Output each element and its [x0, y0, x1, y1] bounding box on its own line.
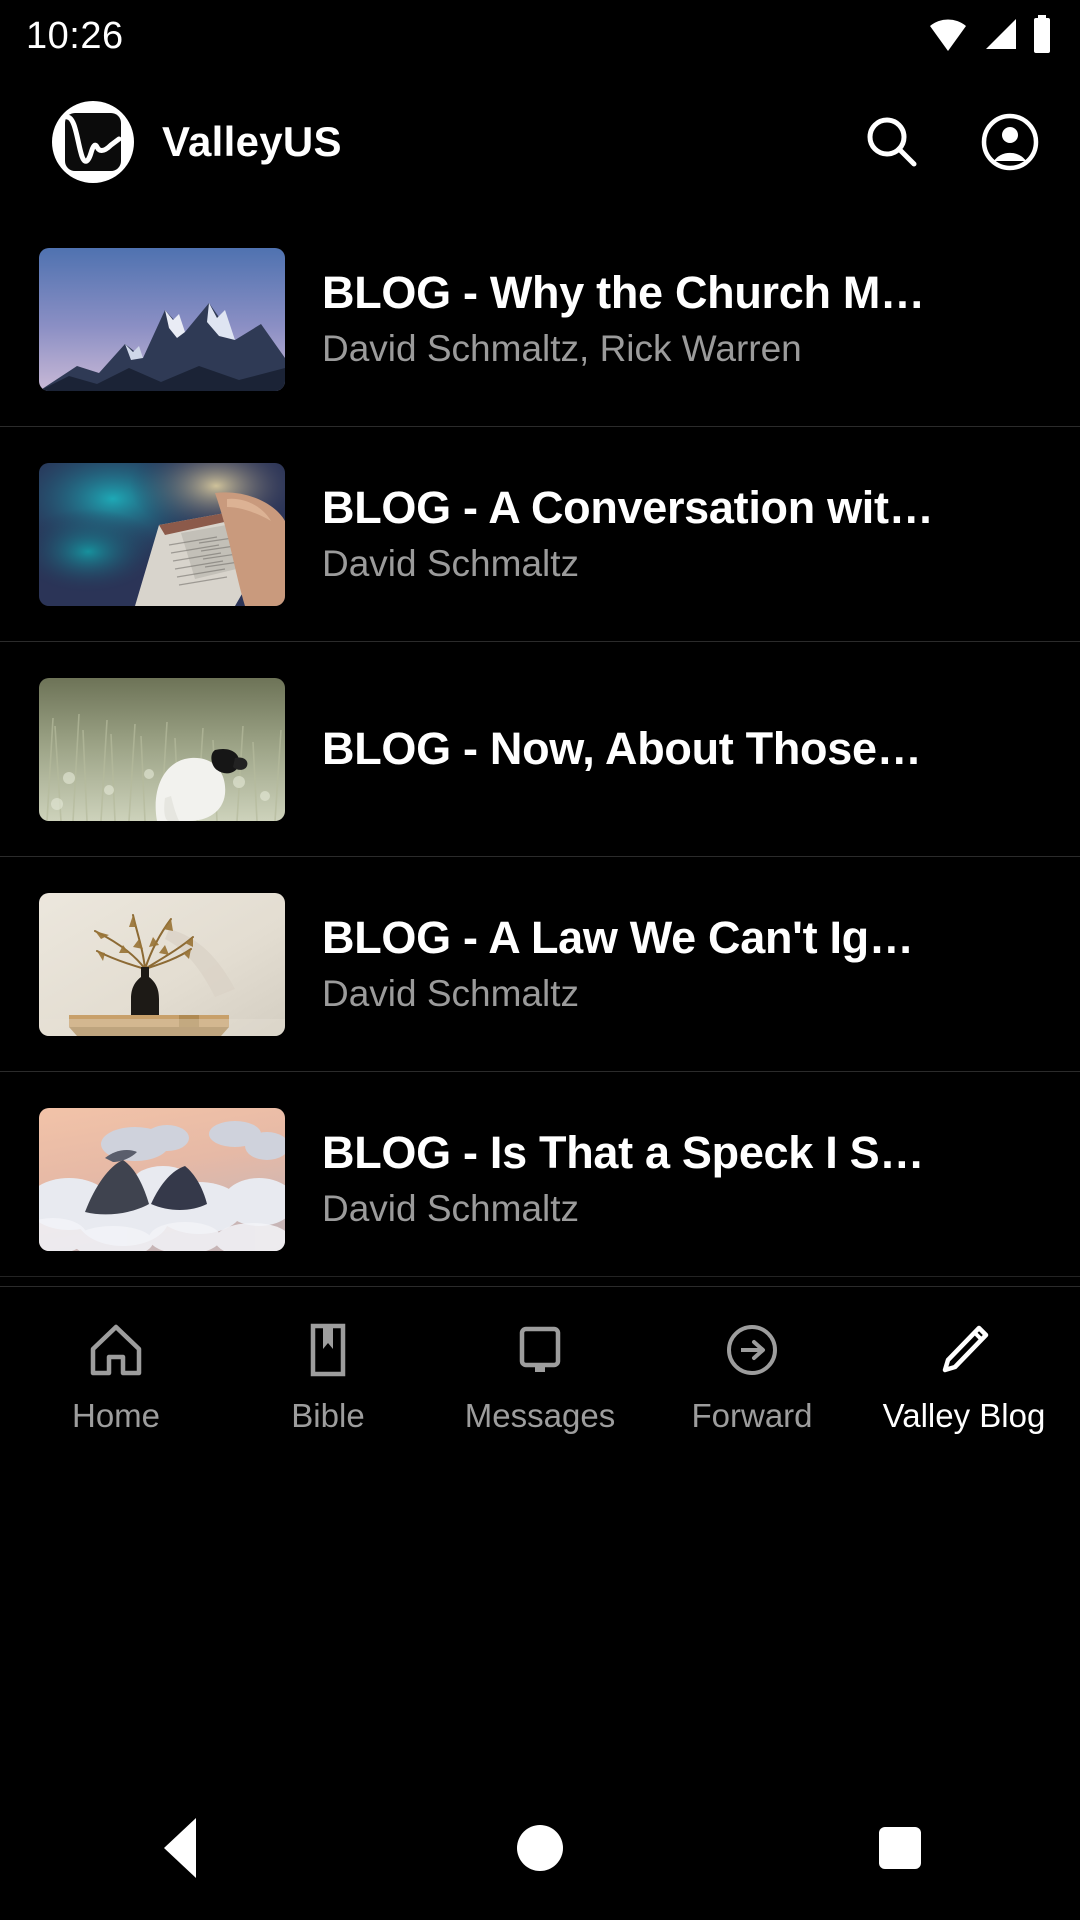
- status-bar: 10:26: [0, 0, 1080, 72]
- list-item-text: BLOG - A Law We Can't Ig… David Schmaltz: [322, 913, 1058, 1014]
- blog-list[interactable]: BLOG - Why the Church M… David Schmaltz,…: [0, 212, 1080, 1287]
- search-icon[interactable]: [858, 108, 926, 176]
- arrow-circle-right-icon: [723, 1319, 781, 1381]
- nav-item-messages[interactable]: Messages: [440, 1319, 640, 1435]
- nav-item-forward[interactable]: Forward: [652, 1319, 852, 1435]
- app-bar-actions: [858, 108, 1044, 176]
- nav-label: Forward: [691, 1396, 813, 1434]
- home-icon: [87, 1319, 145, 1381]
- nav-item-bible[interactable]: Bible: [228, 1319, 428, 1435]
- android-system-nav: [0, 1776, 1080, 1920]
- list-item[interactable]: BLOG - A Conversation wit… David Schmalt…: [0, 427, 1080, 642]
- recents-square-icon[interactable]: [830, 1803, 970, 1893]
- list-item-title: BLOG - Now, About Those…: [322, 723, 922, 774]
- nav-label: Messages: [464, 1396, 616, 1434]
- list-item-text: BLOG - A Conversation wit… David Schmalt…: [322, 483, 1058, 584]
- list-item[interactable]: BLOG - Is That a Speck I S… David Schmal…: [0, 1072, 1080, 1287]
- app-screen: 10:26 ValleyUS BLOG - Why the Church M… …: [0, 0, 1080, 1920]
- list-item-title: BLOG - Is That a Speck I S…: [322, 1128, 925, 1179]
- cellular-signal-icon: [982, 17, 1018, 56]
- back-triangle-icon[interactable]: [110, 1803, 250, 1893]
- pencil-icon: [935, 1319, 993, 1381]
- brand-name: ValleyUS: [162, 118, 342, 165]
- dried-palm-in-black-vase-on-wood-shelf: [39, 892, 285, 1036]
- status-bar-icons: [928, 14, 1052, 58]
- status-bar-clock: 10:26: [26, 14, 124, 57]
- list-item-author: David Schmaltz: [322, 973, 580, 1014]
- battery-icon: [1032, 14, 1052, 58]
- nav-item-home[interactable]: Home: [16, 1319, 216, 1435]
- monitor-icon: [511, 1319, 569, 1381]
- list-item-text: BLOG - Why the Church M… David Schmaltz,…: [322, 268, 1058, 369]
- brand-block[interactable]: ValleyUS: [52, 101, 858, 183]
- nav-label: Valley Blog: [882, 1396, 1046, 1434]
- list-item-text: BLOG - Is That a Speck I S… David Schmal…: [322, 1128, 1058, 1229]
- wifi-icon: [928, 17, 968, 56]
- snowy-mountain-peak-at-dusk: [39, 247, 285, 391]
- nav-label: Bible: [291, 1396, 365, 1434]
- app-bar: ValleyUS: [0, 72, 1080, 212]
- list-item[interactable]: BLOG - A Law We Can't Ig… David Schmaltz: [0, 857, 1080, 1072]
- account-circle-icon[interactable]: [976, 108, 1044, 176]
- list-item-title: BLOG - A Law We Can't Ig…: [322, 913, 914, 964]
- book-bookmark-icon: [299, 1319, 357, 1381]
- clouds-above-mountain-at-sunset: [39, 1107, 285, 1251]
- valleyus-logo-icon: [52, 101, 134, 183]
- hands-holding-open-bible: [39, 462, 285, 606]
- white-sheep-in-grassy-field: [39, 677, 285, 821]
- list-item-author: David Schmaltz: [322, 1188, 580, 1229]
- nav-label: Home: [71, 1396, 161, 1434]
- list-item[interactable]: BLOG - Why the Church M… David Schmaltz,…: [0, 212, 1080, 427]
- list-item-author: David Schmaltz: [322, 543, 580, 584]
- home-circle-icon[interactable]: [470, 1803, 610, 1893]
- list-item-title: BLOG - Why the Church M…: [322, 268, 925, 319]
- list-item[interactable]: BLOG - Now, About Those…: [0, 642, 1080, 857]
- list-item-title: BLOG - A Conversation wit…: [322, 483, 934, 534]
- bottom-navigation-bar: Home Bible Messages Forward Valley Blog: [0, 1276, 1080, 1476]
- nav-item-valley-blog[interactable]: Valley Blog: [864, 1319, 1064, 1435]
- list-item-author: David Schmaltz, Rick Warren: [322, 328, 802, 369]
- list-item-text: BLOG - Now, About Those…: [322, 724, 1058, 774]
